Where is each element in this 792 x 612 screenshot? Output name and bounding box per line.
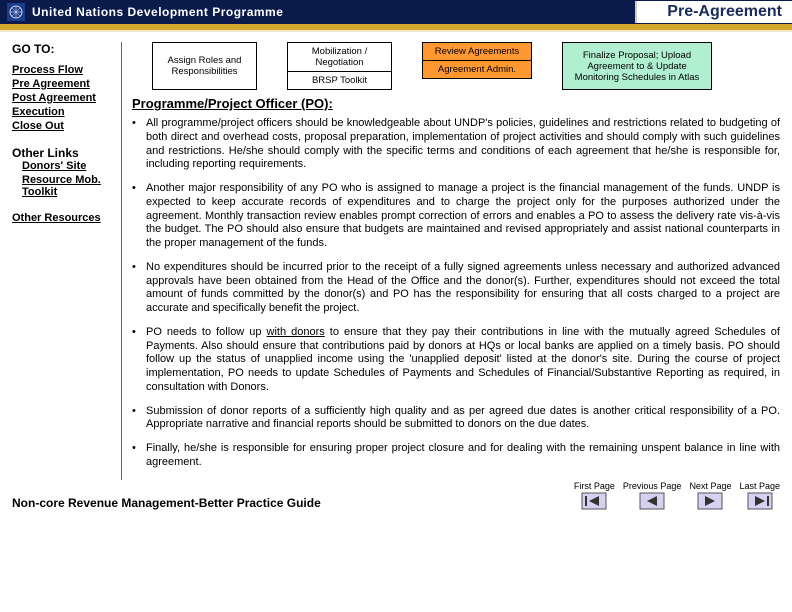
nav-donors-site[interactable]: Donors' Site bbox=[12, 160, 115, 172]
bullet-text: No expenditures should be incurred prior… bbox=[146, 261, 780, 316]
nav-execution[interactable]: Execution bbox=[12, 106, 115, 118]
nav-process-flow[interactable]: Process Flow bbox=[12, 64, 115, 76]
bullet-text: Submission of donor reports of a suffici… bbox=[146, 405, 780, 433]
bullet-text: PO needs to follow up with donors to ens… bbox=[146, 326, 780, 395]
bullet-item: •Another major responsibility of any PO … bbox=[132, 182, 780, 251]
next-page-button[interactable]: Next Page bbox=[689, 482, 731, 510]
nav-buttons: First Page Previous Page Next Page Last … bbox=[574, 482, 780, 510]
bullet-text: Finally, he/she is responsible for ensur… bbox=[146, 442, 780, 470]
flow-box-brsp[interactable]: BRSP Toolkit bbox=[287, 72, 392, 90]
underline-donors: with donors bbox=[267, 326, 325, 338]
prev-page-icon bbox=[639, 492, 665, 510]
content-heading: Programme/Project Officer (PO): bbox=[132, 96, 780, 111]
flow-row: Assign Roles and Responsibilities Mobili… bbox=[132, 42, 780, 90]
bullet-item: •No expenditures should be incurred prio… bbox=[132, 261, 780, 316]
other-links-heading: Other Links bbox=[12, 146, 115, 160]
next-page-icon bbox=[697, 492, 723, 510]
nav-close-out[interactable]: Close Out bbox=[12, 120, 115, 132]
nav-pre-agreement[interactable]: Pre Agreement bbox=[12, 78, 115, 90]
sidebar: GO TO: Process Flow Pre Agreement Post A… bbox=[12, 42, 122, 480]
flow-box-admin[interactable]: Agreement Admin. bbox=[422, 61, 532, 79]
first-page-icon bbox=[581, 492, 607, 510]
last-page-icon bbox=[747, 492, 773, 510]
undp-logo bbox=[4, 3, 28, 21]
bullet-item: •Finally, he/she is responsible for ensu… bbox=[132, 442, 780, 470]
flow-box-mobilization[interactable]: Mobilization / Negotiation bbox=[287, 42, 392, 72]
bullet-item: •PO needs to follow up with donors to en… bbox=[132, 326, 780, 395]
bullet-item: •Submission of donor reports of a suffic… bbox=[132, 405, 780, 433]
page-title: Pre-Agreement bbox=[635, 1, 792, 23]
bullet-item: •All programme/project officers should b… bbox=[132, 117, 780, 172]
bullet-text: Another major responsibility of any PO w… bbox=[146, 182, 780, 251]
nav-other-resources[interactable]: Other Resources bbox=[12, 212, 115, 224]
bullet-list: •All programme/project officers should b… bbox=[132, 117, 780, 470]
flow-box-review[interactable]: Review Agreements bbox=[422, 42, 532, 61]
flow-box-roles[interactable]: Assign Roles and Responsibilities bbox=[152, 42, 257, 90]
main-content: Assign Roles and Responsibilities Mobili… bbox=[122, 42, 780, 480]
nav-resource-mob[interactable]: Resource Mob. Toolkit bbox=[12, 174, 115, 198]
goto-heading: GO TO: bbox=[12, 42, 115, 56]
footer-guide-title: Non-core Revenue Management-Better Pract… bbox=[12, 496, 574, 510]
flow-box-finalize[interactable]: Finalize Proposal; Upload Agreement to &… bbox=[562, 42, 712, 90]
org-name: United Nations Development Programme bbox=[32, 5, 635, 19]
previous-page-button[interactable]: Previous Page bbox=[623, 482, 682, 510]
header-bar: United Nations Development Programme Pre… bbox=[0, 0, 792, 24]
first-page-button[interactable]: First Page bbox=[574, 482, 615, 510]
footer: Non-core Revenue Management-Better Pract… bbox=[0, 480, 792, 516]
nav-post-agreement[interactable]: Post Agreement bbox=[12, 92, 115, 104]
last-page-button[interactable]: Last Page bbox=[739, 482, 780, 510]
bullet-text: All programme/project officers should be… bbox=[146, 117, 780, 172]
